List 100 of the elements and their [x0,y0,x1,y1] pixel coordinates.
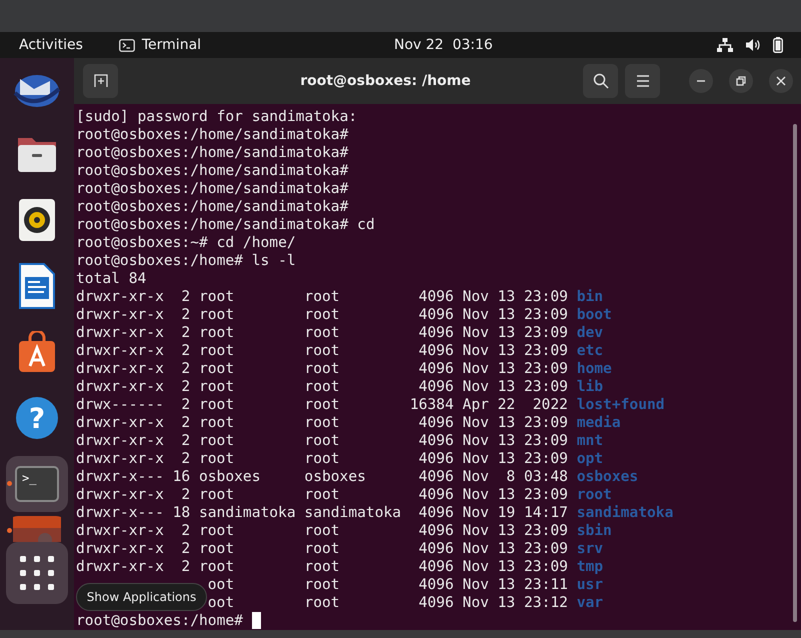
minimize-button[interactable] [689,69,713,93]
group: root [304,306,340,323]
time: 23:09 [524,378,568,395]
dock-item[interactable]: >_ [6,456,68,512]
day: 13 [498,288,516,305]
file-size: 4096 [418,342,454,359]
day: 13 [498,576,516,593]
link-count: 2 [181,396,190,413]
file-size: 4096 [418,558,454,575]
owner: root [198,342,234,359]
day: 19 [498,504,516,521]
terminal-line: root@osboxes:/home/sandimatoka# [76,180,348,198]
month: Nov [462,576,489,593]
time: 23:09 [524,450,568,467]
directory-name: etc [576,342,604,360]
group: root [304,324,340,341]
group: root [304,414,340,431]
permissions: drwxr-xr-x [76,522,164,539]
day: 13 [498,558,516,575]
owner: root [198,432,234,449]
maximize-button[interactable] [729,69,753,93]
month: Nov [462,522,489,539]
search-button[interactable] [583,64,618,98]
group: root [304,576,340,593]
month: Nov [462,432,489,449]
owner: root [198,414,234,431]
day: 13 [498,450,516,467]
activities-button[interactable]: Activities [19,37,83,53]
help-icon: ? [16,397,58,439]
link-count: 2 [181,414,190,431]
battery-icon[interactable] [773,37,783,53]
permissions: drwxr-xr-x [76,378,164,395]
file-size: 4096 [418,468,454,485]
link-count: 2 [181,450,190,467]
group: root [304,540,340,557]
directory-name: sbin [576,522,612,540]
group: root [304,396,340,413]
month: Nov [462,450,489,467]
link-count: 2 [181,342,190,359]
clock[interactable]: Nov 22 03:16 [394,37,493,53]
file-size: 4096 [418,414,454,431]
menu-button[interactable] [625,64,660,98]
link-count: 2 [181,486,190,503]
time: 23:11 [524,576,568,593]
month: Nov [462,414,489,431]
directory-name: boot [576,306,612,324]
permissions: drwxr-xr-x [76,324,164,341]
file-size: 4096 [418,594,454,611]
owner: root [198,450,234,467]
owner: osboxes [198,468,260,485]
time: 23:09 [524,558,568,575]
directory-name: opt [576,450,604,468]
day: 13 [498,378,516,395]
network-icon[interactable] [717,38,733,52]
time: 03:48 [524,468,568,485]
directory-name: usr [576,576,604,594]
shopping-bag-icon [17,331,57,373]
group: sandimatoka [304,504,402,521]
file-size: 4096 [418,378,454,395]
volume-icon[interactable] [745,38,761,52]
day: 13 [498,306,516,323]
time: 23:12 [524,594,568,611]
month: Nov [462,558,489,575]
time: 23:09 [524,306,568,323]
time: 23:09 [524,342,568,359]
directory-name: lib [576,378,604,396]
speaker-icon [18,198,56,242]
group: osboxes [304,468,366,485]
link-count: 16 [172,468,190,485]
day: 13 [498,594,516,611]
link-count: 2 [181,558,190,575]
owner: sandimatoka [198,504,296,521]
close-icon [776,76,786,86]
file-size: 4096 [418,324,454,341]
new-tab-button[interactable] [83,64,118,98]
month: Nov [462,594,489,611]
group: root [304,486,340,503]
directory-name: tmp [576,558,604,576]
close-button[interactable] [769,69,793,93]
day: 22 [498,396,516,413]
minimize-icon [697,80,705,82]
link-count: 18 [172,504,190,521]
dock-item[interactable]: ? [6,390,68,446]
scrollbar[interactable] [793,124,797,622]
app-menu-label[interactable]: Terminal [142,37,202,53]
month: Nov [462,468,489,485]
restore-icon [736,76,746,86]
permissions: drwxr-xr-x [76,432,164,449]
group: root [304,288,340,305]
terminal-line: root@osboxes:/home/sandimatoka# [76,198,348,216]
permissions: drwxr-x--- [76,468,164,485]
day: 13 [498,522,516,539]
day: 8 [506,468,516,485]
directory-name: lost+found [576,396,665,414]
window-title: root@osboxes: /home [299,73,472,89]
owner: root [198,288,234,305]
terminal-line: root@osboxes:/home/sandimatoka# [76,144,348,162]
show-applications-button[interactable] [6,542,68,604]
time: 23:09 [524,486,568,503]
terminal-line: root@osboxes:/home/sandimatoka# [76,126,348,144]
